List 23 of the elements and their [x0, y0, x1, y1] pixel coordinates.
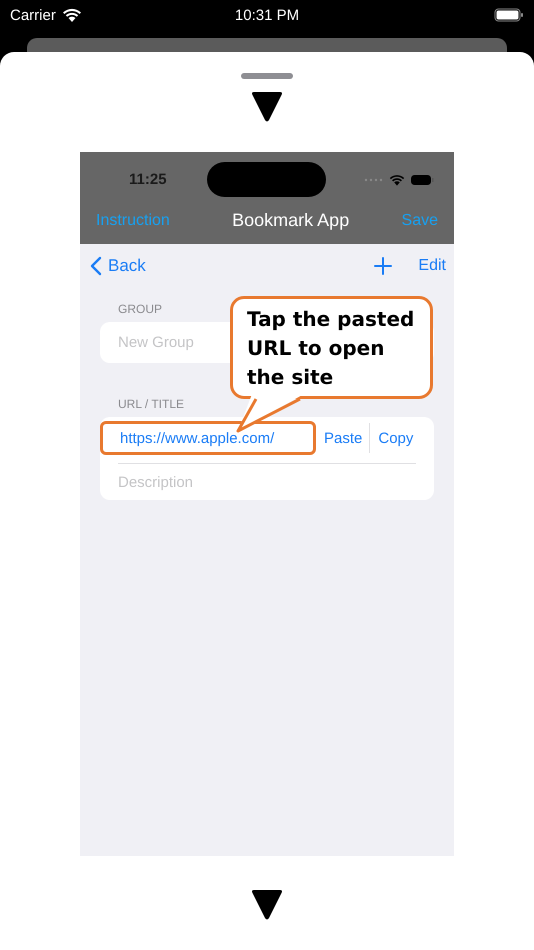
wifi-icon: [389, 174, 405, 186]
clock-time: 10:31 PM: [234, 6, 300, 24]
section-label: URL / TITLE: [118, 397, 186, 411]
battery-icon: [410, 174, 434, 186]
copy-button[interactable]: Copy: [370, 430, 420, 446]
section-label: GROUP: [118, 302, 164, 316]
grabber-handle[interactable]: [241, 73, 293, 79]
back-button[interactable]: Back: [90, 256, 146, 276]
instruction-link[interactable]: Instruction: [96, 212, 170, 230]
add-icon[interactable]: [374, 257, 392, 275]
save-link[interactable]: Save: [402, 212, 438, 230]
battery-icon: [494, 8, 524, 22]
carrier-label: Carrier: [10, 6, 56, 24]
screen-title: Bookmark App: [232, 210, 350, 231]
paste-button[interactable]: Paste: [316, 430, 370, 446]
preview-clock: 11:25: [129, 171, 168, 188]
chevron-left-icon: [90, 256, 102, 276]
wifi-icon: [62, 8, 82, 22]
description-field[interactable]: Description: [100, 464, 434, 500]
down-triangle-icon: [250, 89, 284, 123]
down-triangle-icon: [250, 887, 284, 921]
edit-button[interactable]: Edit: [418, 257, 446, 275]
signal-icon: [364, 178, 384, 182]
